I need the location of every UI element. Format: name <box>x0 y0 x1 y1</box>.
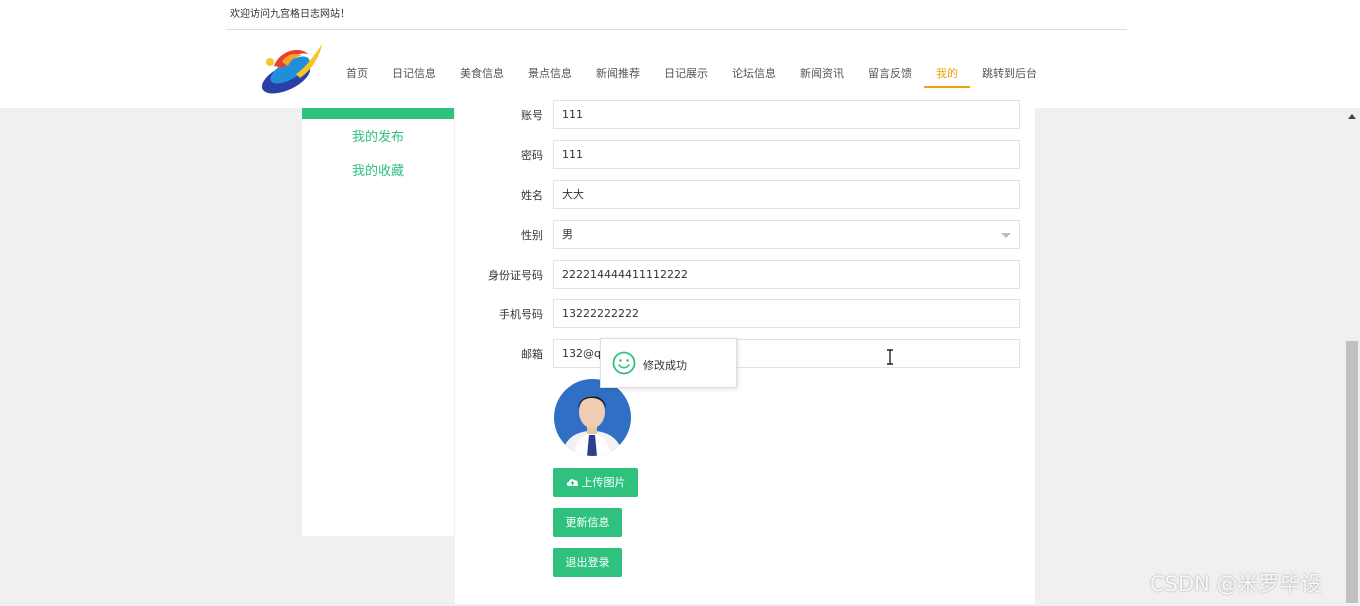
sidebar: 我的发布 我的收藏 <box>302 108 454 536</box>
form-row-password: 密码 111 <box>455 140 1035 169</box>
gender-select[interactable]: 男 <box>553 220 1020 249</box>
scroll-up-arrow-icon[interactable] <box>1348 114 1356 119</box>
account-input[interactable]: 111 <box>553 100 1020 129</box>
nav-food-info[interactable]: 美食信息 <box>448 62 516 88</box>
nav-home[interactable]: 首页 <box>334 62 380 88</box>
password-input[interactable]: 111 <box>553 140 1020 169</box>
text-cursor-icon <box>885 349 895 365</box>
gender-label: 性别 <box>521 229 543 242</box>
nav-news[interactable]: 新闻资讯 <box>788 62 856 88</box>
sidebar-item-my-posts[interactable]: 我的发布 <box>302 126 454 145</box>
smile-icon <box>612 351 636 375</box>
upload-image-button[interactable]: 上传图片 <box>553 468 638 497</box>
top-header: 欢迎访问九宫格日志网站！ 首页 日记信息 美食信息 景点信息 新闻推荐 日记展示… <box>0 0 1360 108</box>
nav-admin[interactable]: 跳转到后台 <box>970 62 1049 88</box>
nav-scenic-info[interactable]: 景点信息 <box>516 62 584 88</box>
phone-input[interactable]: 13222222222 <box>553 299 1020 328</box>
id-number-label: 身份证号码 <box>488 269 543 282</box>
nav-diary-info[interactable]: 日记信息 <box>380 62 448 88</box>
password-label: 密码 <box>521 149 543 162</box>
update-info-button[interactable]: 更新信息 <box>553 508 622 537</box>
nav-diary-display[interactable]: 日记展示 <box>652 62 720 88</box>
name-input[interactable]: 大大 <box>553 180 1020 209</box>
form-row-phone: 手机号码 13222222222 <box>455 299 1035 328</box>
gender-value: 男 <box>562 228 573 241</box>
form-row-name: 姓名 大大 <box>455 180 1035 209</box>
brand-logo[interactable] <box>256 40 326 98</box>
account-label: 账号 <box>521 109 543 122</box>
watermark: CSDN @米罗毕设 <box>1150 572 1322 596</box>
phone-label: 手机号码 <box>499 308 543 321</box>
welcome-text: 欢迎访问九宫格日志网站！ <box>230 9 350 20</box>
logout-button[interactable]: 退出登录 <box>553 548 622 577</box>
nav-forum[interactable]: 论坛信息 <box>720 62 788 88</box>
chevron-down-icon[interactable] <box>1001 233 1011 238</box>
main-nav: 首页 日记信息 美食信息 景点信息 新闻推荐 日记展示 论坛信息 新闻资讯 留言… <box>334 62 1049 88</box>
nav-mine[interactable]: 我的 <box>924 62 970 88</box>
name-label: 姓名 <box>521 189 543 202</box>
vertical-scrollbar[interactable] <box>1344 108 1360 606</box>
form-row-gender: 性别 男 <box>455 220 1035 249</box>
success-toast: 修改成功 <box>600 338 737 388</box>
form-row-email: 邮箱 132@qq <box>455 339 1035 368</box>
sidebar-active-item[interactable] <box>302 108 454 119</box>
scroll-thumb[interactable] <box>1346 341 1358 603</box>
form-row-id-number: 身份证号码 222214444411112222 <box>455 260 1035 289</box>
id-number-input[interactable]: 222214444411112222 <box>553 260 1020 289</box>
upload-image-label: 上传图片 <box>581 476 626 489</box>
toast-message: 修改成功 <box>643 359 687 372</box>
cloud-upload-icon <box>566 469 579 498</box>
sidebar-item-my-favorites[interactable]: 我的收藏 <box>302 160 454 179</box>
profile-form: 账号 111 密码 111 姓名 大大 性别 男 身份证号码 222214444… <box>455 100 1035 604</box>
avatar[interactable] <box>554 379 631 456</box>
form-row-account: 账号 111 <box>455 100 1035 129</box>
nav-feedback[interactable]: 留言反馈 <box>856 62 924 88</box>
nav-news-recommend[interactable]: 新闻推荐 <box>584 62 652 88</box>
header-divider <box>226 29 1127 30</box>
email-label: 邮箱 <box>521 348 543 361</box>
